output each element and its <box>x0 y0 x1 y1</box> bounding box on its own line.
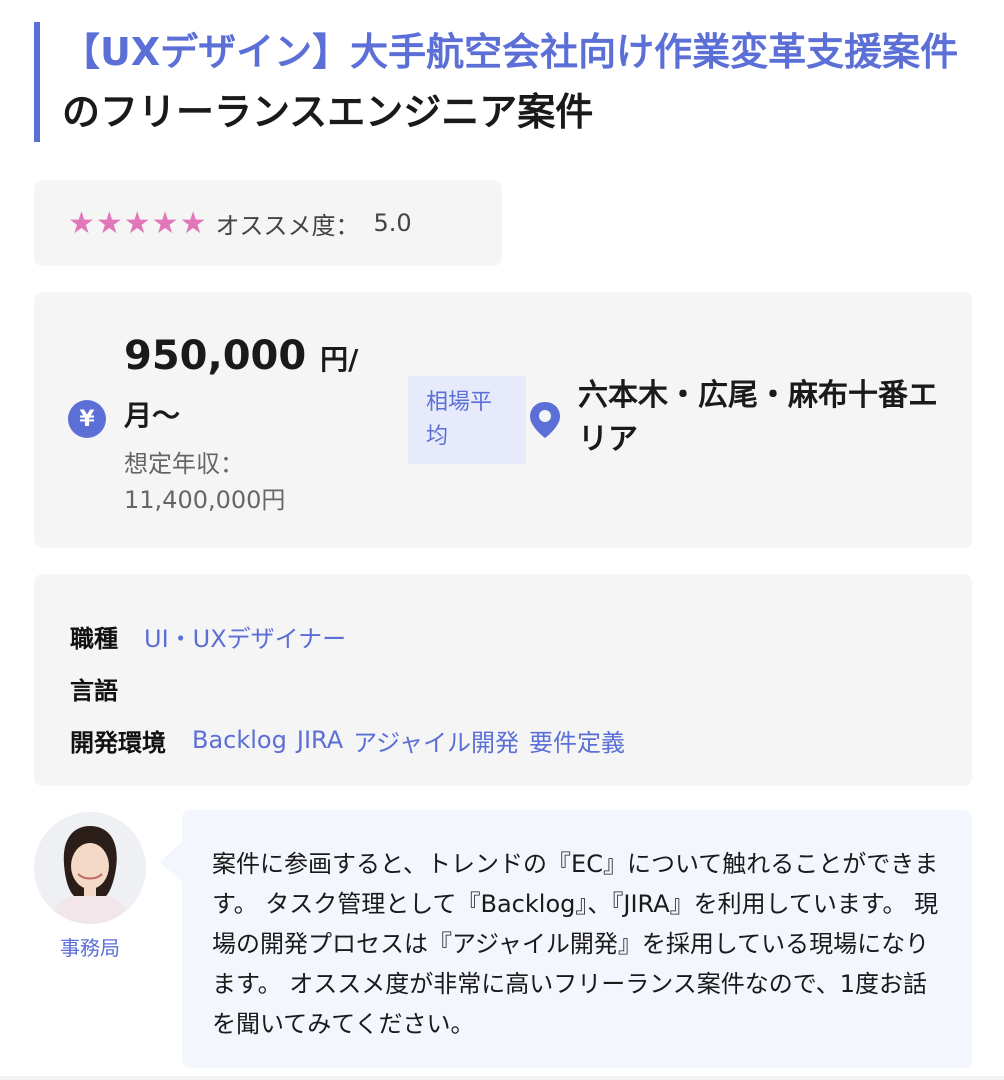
env-tag-jira[interactable]: JIRA <box>297 726 343 754</box>
rating-label: オススメ度： <box>215 211 360 240</box>
price-amount: 950,000 <box>124 333 307 379</box>
market-average-badge: 相場平均 <box>408 376 526 464</box>
job-type-label: 職種 <box>70 624 118 653</box>
divider <box>0 1076 1004 1080</box>
title-suffix: のフリーランスエンジニア案件 <box>62 90 594 134</box>
title-block: 【UXデザイン】大手航空会社向け作業変革支援案件のフリーランスエンジニア案件 <box>34 22 984 142</box>
avatar <box>34 812 146 924</box>
detail-card: 職種 UI・UXデザイナー 言語 開発環境 Backlog JIRA アジャイル… <box>34 574 972 786</box>
env-tag-agile[interactable]: アジャイル開発 <box>353 723 519 758</box>
speech-bubble: 案件に参画すると、トレンドの『EC』について触れることができます。 タスク管理と… <box>182 810 972 1068</box>
map-pin-icon <box>530 402 560 438</box>
avatar-label: 事務局 <box>60 936 120 960</box>
env-label: 開発環境 <box>70 728 166 757</box>
avatar-illustration <box>34 812 146 924</box>
comment-text: 案件に参画すると、トレンドの『EC』について触れることができます。 タスク管理と… <box>212 850 939 1038</box>
location-text: 六本木・広尾・麻布十番エリア <box>578 378 938 457</box>
info-card: ¥ 950,000 円/月〜 想定年収： 11,400,000円 相場平均 六本木… <box>34 292 972 548</box>
env-tag-requirements[interactable]: 要件定義 <box>529 723 625 758</box>
env-row: 開発環境 Backlog JIRA アジャイル開発 要件定義 <box>70 714 972 766</box>
job-type-link[interactable]: UI・UXデザイナー <box>144 619 346 654</box>
language-label: 言語 <box>70 676 118 705</box>
job-type-row: 職種 UI・UXデザイナー <box>70 610 972 662</box>
page-title: 【UXデザイン】大手航空会社向け作業変革支援案件のフリーランスエンジニア案件 <box>62 22 984 142</box>
yen-icon: ¥ <box>68 400 106 438</box>
annual-value: 11,400,000円 <box>124 486 286 514</box>
env-tag-backlog[interactable]: Backlog <box>192 726 287 754</box>
price: 950,000 円/月〜 <box>124 330 394 442</box>
language-row: 言語 <box>70 662 972 714</box>
rating-stars: ★★★★★ <box>68 205 208 241</box>
annual-income: 想定年収： 11,400,000円 <box>124 446 394 518</box>
rating-card: ★★★★★ オススメ度： 5.0 <box>34 180 502 266</box>
annual-label: 想定年収： <box>124 450 244 478</box>
title-highlight: 【UXデザイン】大手航空会社向け作業変革支援案件 <box>62 30 959 74</box>
price-block: 950,000 円/月〜 想定年収： 11,400,000円 <box>124 330 394 518</box>
rating-value: 5.0 <box>373 209 412 237</box>
speech-bubble-tail <box>160 840 184 884</box>
